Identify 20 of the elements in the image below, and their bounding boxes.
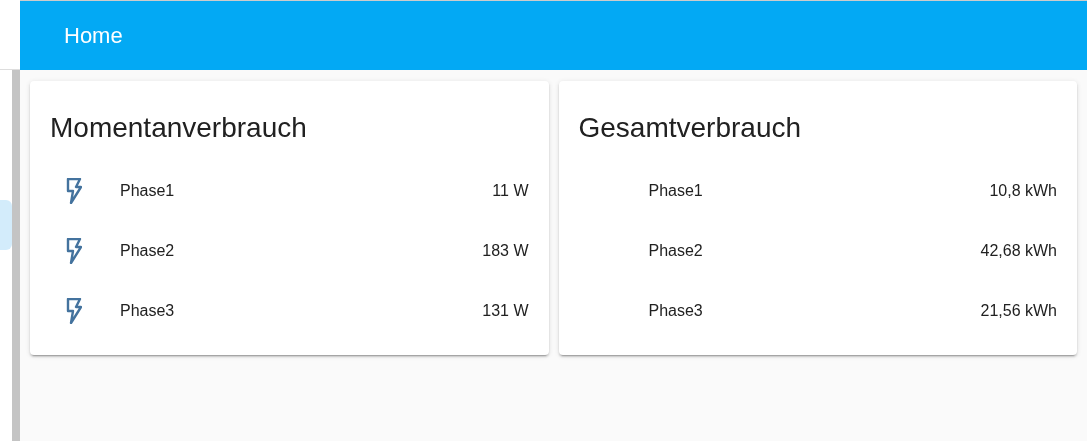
- card-title: Gesamtverbrauch: [578, 111, 803, 145]
- entity-value: 131 W: [482, 302, 529, 320]
- entity-name[interactable]: Phase2: [120, 242, 483, 260]
- entity-name[interactable]: Phase1: [648, 182, 990, 200]
- entity-value: 183 W: [482, 242, 529, 260]
- entity-value: 21,56 kWh: [980, 302, 1057, 320]
- entity-value: 11 W: [492, 182, 529, 200]
- entity-name[interactable]: Phase3: [648, 302, 981, 320]
- entity-name[interactable]: Phase2: [648, 242, 981, 260]
- scrollbar[interactable]: [12, 70, 20, 441]
- page-title: Home: [64, 22, 123, 49]
- sidebar-tab[interactable]: [0, 200, 12, 250]
- entity-value: 10,8 kWh: [989, 182, 1057, 200]
- entity-value: 42,68 kWh: [980, 242, 1057, 260]
- entity-name[interactable]: Phase3: [120, 302, 483, 320]
- entity-name[interactable]: Phase1: [120, 182, 493, 200]
- lightning-icon: [66, 238, 82, 264]
- lightning-icon: [66, 178, 82, 204]
- lightning-icon: [66, 298, 82, 324]
- card-title: Momentanverbrauch: [50, 111, 308, 145]
